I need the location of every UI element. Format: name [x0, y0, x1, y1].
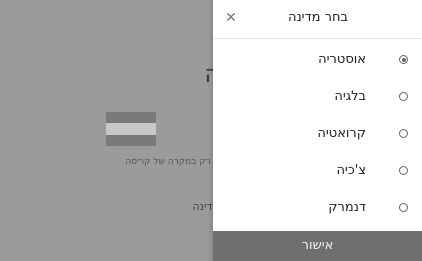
flag-stripe-top: [106, 112, 156, 124]
radio-icon[interactable]: [399, 203, 408, 212]
option-label: בלגיה: [334, 89, 366, 104]
close-icon[interactable]: ✕: [221, 8, 241, 28]
country-option-denmark[interactable]: דנמרק: [213, 190, 422, 227]
dialog-header: ✕ בחר מדינה: [213, 0, 422, 39]
country-option-croatia[interactable]: קרואטיה: [213, 116, 422, 153]
option-label: קרואטיה: [317, 126, 366, 141]
country-picker-dialog: ✕ בחר מדינה אוסטריה בלגיה קרואטיה צ'כיה …: [213, 0, 422, 261]
radio-icon[interactable]: [399, 92, 408, 101]
radio-selected-icon[interactable]: [399, 55, 408, 64]
country-options-list: אוסטריה בלגיה קרואטיה צ'כיה דנמרק: [213, 42, 422, 227]
option-label: אוסטריה: [318, 52, 366, 67]
country-option-austria[interactable]: אוסטריה: [213, 42, 422, 79]
flag-stripe-middle: [106, 123, 156, 135]
dialog-title: בחר מדינה: [287, 10, 348, 25]
flag-stripe-bottom: [106, 134, 156, 146]
confirm-button[interactable]: אישור: [213, 231, 422, 261]
option-label: צ'כיה: [336, 163, 366, 178]
country-field-label: מדינה: [192, 200, 220, 213]
radio-icon[interactable]: [399, 129, 408, 138]
page-title: ה: [150, 60, 220, 88]
radio-icon[interactable]: [399, 166, 408, 175]
country-option-belgium[interactable]: בלגיה: [213, 79, 422, 116]
hint-text: ש רק במקרה של קריסה: [125, 157, 220, 167]
country-option-czechia[interactable]: צ'כיה: [213, 153, 422, 190]
option-label: דנמרק: [328, 200, 366, 215]
country-flag: [106, 112, 156, 146]
